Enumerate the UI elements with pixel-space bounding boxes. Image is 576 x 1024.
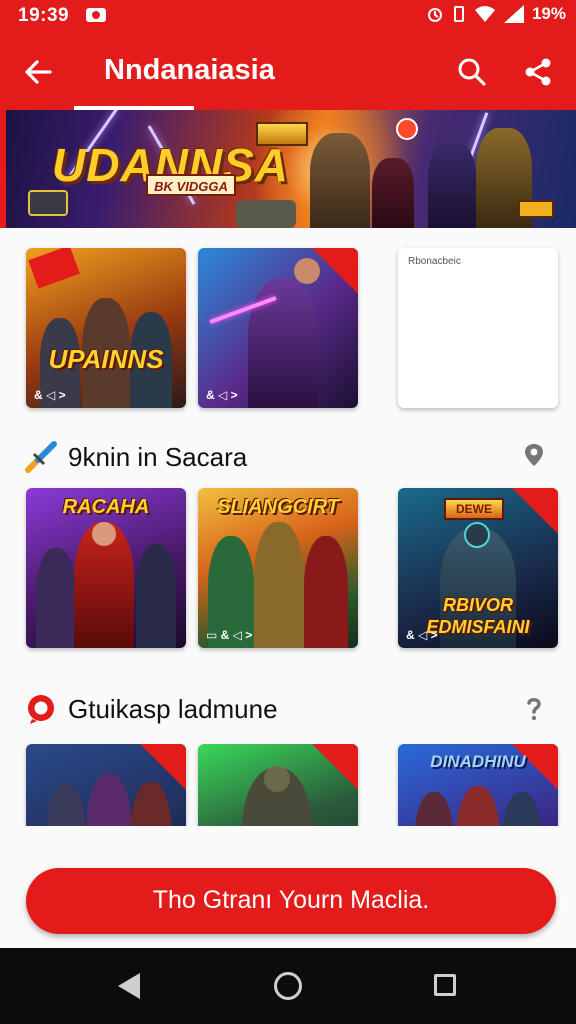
tile-corner-ribbon — [140, 744, 186, 790]
tile-footer: & ◁ > — [206, 388, 238, 402]
share-icon — [525, 58, 551, 86]
tile-row-clipped: DINADHINU — [0, 744, 576, 826]
featured-banner[interactable]: UDANNSA BK VIDGGA — [0, 110, 576, 228]
game-tile[interactable]: UPAINNS & ◁ > — [26, 248, 186, 408]
tile-footer: & ◁ > — [406, 628, 438, 642]
tile-title: DINADHINU — [430, 752, 526, 771]
tile-title: RACAHA — [62, 496, 150, 518]
banner-character — [428, 142, 476, 228]
game-tile[interactable]: & ◁ > — [198, 248, 358, 408]
tile-character — [304, 536, 348, 648]
status-indicators: 19% — [426, 4, 566, 24]
page-title: Nndanaiasia — [104, 54, 275, 86]
tile-logo-text: DEWE — [456, 502, 492, 516]
alarm-icon — [427, 8, 442, 22]
sword-icon — [25, 441, 57, 473]
camera-notification-icon — [86, 8, 106, 22]
tile-character — [254, 522, 304, 648]
chat-bubble-icon — [28, 695, 54, 724]
primary-cta-button[interactable]: Tho Gtranı Yourn Maclia. — [26, 868, 556, 934]
status-time: 19:39 — [18, 5, 70, 26]
game-tile[interactable] — [198, 744, 358, 826]
tile-footer: & ◁ > — [34, 388, 66, 402]
tile-ribbon — [28, 248, 80, 289]
game-tile[interactable]: DINADHINU — [398, 744, 558, 826]
cta-label: Tho Gtranı Yourn Maclia. — [152, 886, 430, 914]
location-pin-icon[interactable] — [522, 442, 546, 470]
cell-signal-icon — [503, 5, 524, 23]
section-header: Gtuikasp ladmune — [24, 688, 552, 728]
game-tile[interactable]: RACAHA — [26, 488, 186, 648]
share-button[interactable] — [518, 52, 558, 92]
banner-character — [310, 133, 370, 228]
section-header: 9knin in Sacara — [24, 436, 552, 476]
search-icon — [458, 58, 486, 86]
nav-recents-icon[interactable] — [434, 974, 456, 996]
banner-badge — [396, 118, 418, 140]
tile-character — [36, 548, 76, 648]
tile-footer: ▭ & ◁ > — [206, 628, 253, 642]
section-title: Gtuikasp ladmune — [68, 694, 278, 724]
nav-home-icon[interactable] — [274, 972, 302, 1000]
tile-character — [502, 792, 542, 826]
section-title: 9knin in Sacara — [68, 442, 248, 472]
vibrate-icon — [453, 6, 464, 22]
back-arrow-icon — [25, 60, 52, 84]
tile-title: SLIANGCIRT — [217, 496, 339, 518]
banner-character — [372, 158, 414, 228]
tile-corner-ribbon — [312, 744, 358, 790]
tile-character-head — [92, 522, 116, 546]
help-icon[interactable] — [522, 694, 546, 722]
search-button[interactable] — [452, 52, 492, 92]
content-panel: UPAINNS & ◁ > & ◁ > Rbonacbeic 9knin in … — [0, 228, 576, 948]
game-tile[interactable] — [26, 744, 186, 826]
battery-percent: 19% — [531, 4, 566, 23]
nav-back-icon[interactable] — [118, 973, 140, 999]
tile-character-head — [464, 522, 490, 548]
tile-character-head — [264, 766, 290, 792]
app-bar: Nndanaiasia — [0, 32, 576, 110]
game-tile[interactable]: SLIANGCIRT ▭ & ◁ > — [198, 488, 358, 648]
tile-corner-ribbon — [512, 488, 558, 534]
tile-placeholder-text: Rbonacbeic — [408, 256, 461, 267]
back-button[interactable] — [16, 50, 60, 94]
wifi-icon — [474, 6, 495, 22]
tile-corner-ribbon — [312, 248, 358, 294]
status-bar: 19:39 19% — [0, 0, 576, 32]
banner-flag — [518, 200, 554, 218]
banner-accent-bar — [0, 110, 6, 228]
tile-character — [136, 544, 176, 648]
tile-character — [414, 792, 454, 826]
banner-emblem — [28, 190, 68, 216]
tile-character — [86, 774, 132, 826]
placeholder-tile[interactable]: Rbonacbeic — [398, 248, 558, 408]
banner-vehicle — [236, 200, 296, 228]
tile-character — [46, 784, 86, 826]
tile-character — [456, 786, 500, 826]
game-tile[interactable]: DEWE RBIVOR EDMISFAINI & ◁ > — [398, 488, 558, 648]
system-nav-bar — [0, 948, 576, 1024]
tile-logo: DEWE — [444, 498, 504, 520]
tile-character — [248, 278, 318, 408]
tile-title: UPAINNS — [48, 344, 164, 374]
banner-subtitle: BK VIDGGA — [146, 174, 236, 196]
